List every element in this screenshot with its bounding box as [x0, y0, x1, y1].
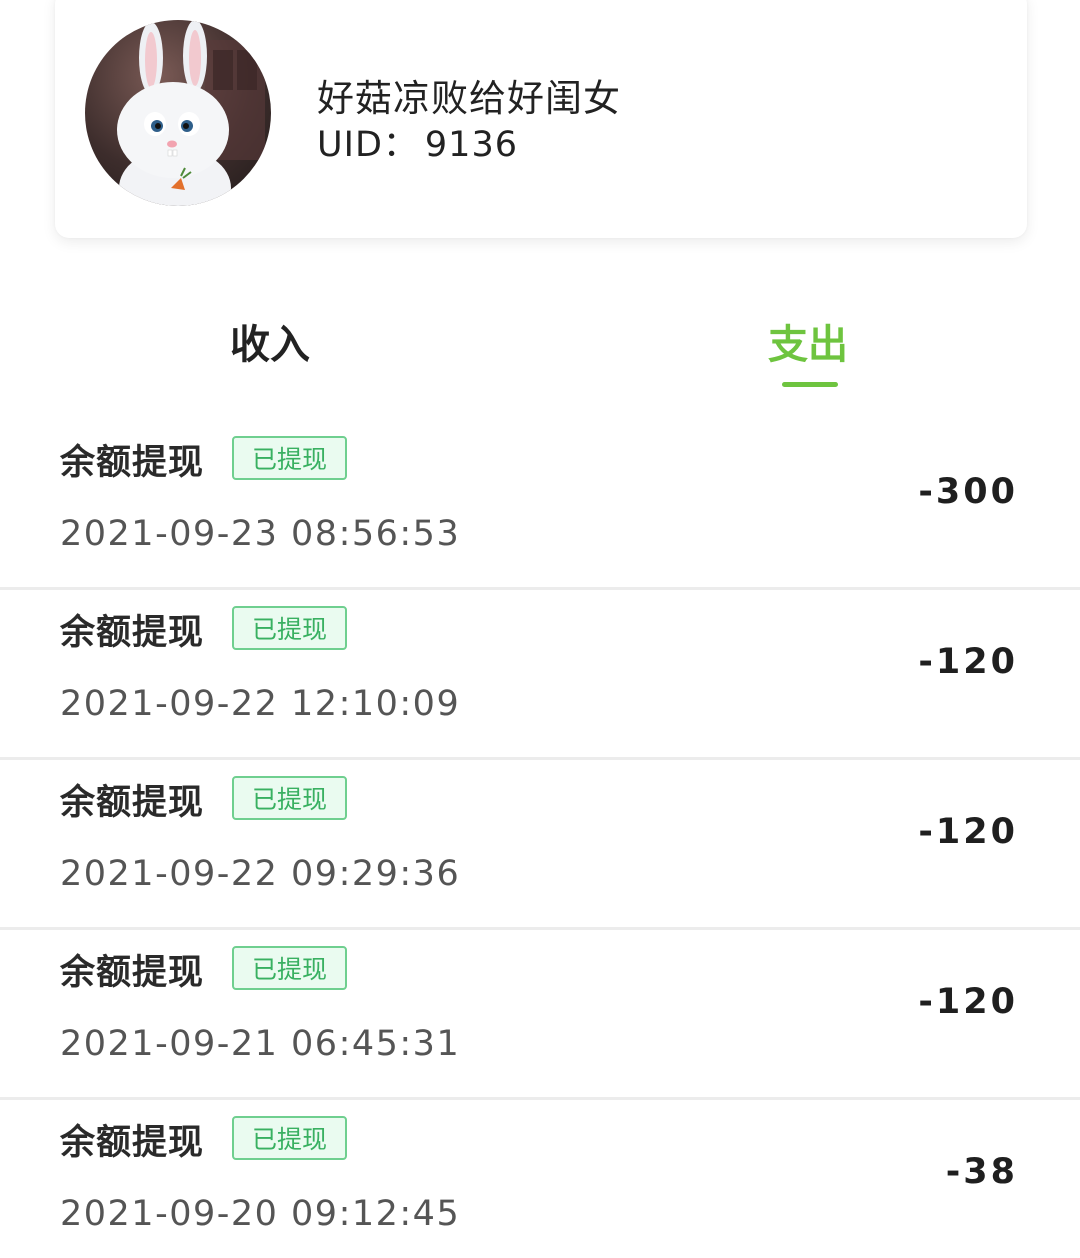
- record-amount: -120: [918, 982, 1018, 1022]
- record-title: 余额提现: [60, 1123, 205, 1163]
- avatar[interactable]: [85, 20, 271, 206]
- list-item[interactable]: 余额提现 已提现 2021-09-22 09:29:36 -120: [0, 760, 1080, 930]
- active-tab-indicator: [782, 382, 838, 387]
- record-amount: -120: [918, 812, 1018, 852]
- profile-uid: UID： 9136: [317, 116, 518, 167]
- status-badge: 已提现: [232, 776, 347, 820]
- profile-name: 好菇凉败给好闺女: [317, 77, 621, 120]
- rabbit-avatar-icon: [117, 20, 265, 206]
- list-item[interactable]: 余额提现 已提现 2021-09-22 12:10:09 -120: [0, 590, 1080, 760]
- list-item[interactable]: 余额提现 已提现 2021-09-23 08:56:53 -300: [0, 420, 1080, 590]
- record-time: 2021-09-21 06:45:31: [60, 1024, 461, 1064]
- status-badge: 已提现: [232, 436, 347, 480]
- tab-expense[interactable]: 支出: [768, 312, 848, 370]
- list-item[interactable]: 余额提现 已提现 2021-09-20 09:12:45 -38: [0, 1100, 1080, 1258]
- record-time: 2021-09-22 09:29:36: [60, 854, 461, 894]
- record-title: 余额提现: [60, 443, 205, 483]
- record-amount: -300: [918, 472, 1018, 512]
- uid-label: UID：: [317, 125, 419, 165]
- status-badge: 已提现: [232, 946, 347, 990]
- tab-income[interactable]: 收入: [230, 312, 310, 370]
- profile-card: 好菇凉败给好闺女 UID： 9136: [55, 0, 1027, 238]
- record-title: 余额提现: [60, 953, 205, 993]
- record-list: 余额提现 已提现 2021-09-23 08:56:53 -300 余额提现 已…: [0, 420, 1080, 1258]
- record-time: 2021-09-22 12:10:09: [60, 684, 461, 724]
- uid-value: 9136: [424, 125, 518, 165]
- record-title: 余额提现: [60, 613, 205, 653]
- record-amount: -120: [918, 642, 1018, 682]
- record-time: 2021-09-20 09:12:45: [60, 1194, 461, 1234]
- status-badge: 已提现: [232, 606, 347, 650]
- billing-page: 好菇凉败给好闺女 UID： 9136 收入 支出 余额提现 已提现 2021-09…: [0, 0, 1080, 1258]
- record-time: 2021-09-23 08:56:53: [60, 514, 461, 554]
- record-title: 余额提现: [60, 783, 205, 823]
- list-item[interactable]: 余额提现 已提现 2021-09-21 06:45:31 -120: [0, 930, 1080, 1100]
- status-badge: 已提现: [232, 1116, 347, 1160]
- record-amount: -38: [945, 1152, 1018, 1192]
